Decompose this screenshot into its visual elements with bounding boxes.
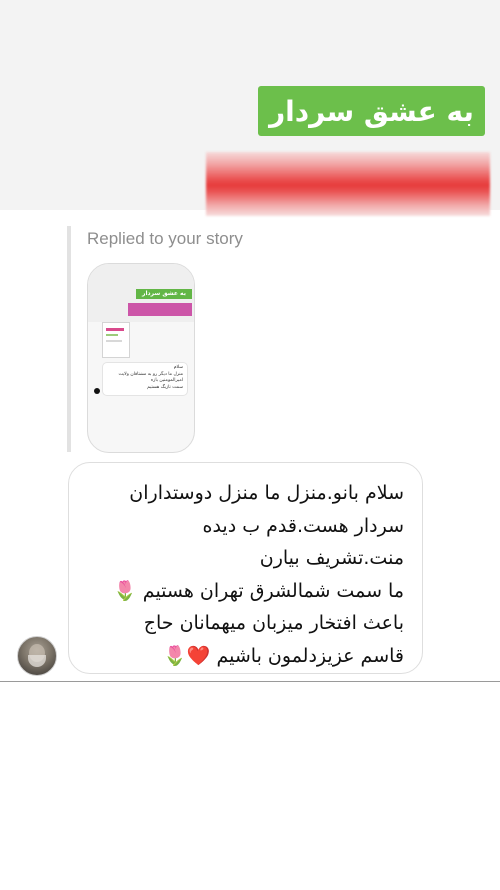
message-line: ما سمت شمالشرق تهران هستیم 🌷 (113, 579, 404, 602)
thumbnail-title: به عشق سردار (136, 289, 192, 299)
thumbnail-message-line: سمت تازبگ هستیم (147, 384, 183, 390)
message-line: سردار هست.قدم ب دیده (202, 514, 405, 537)
replied-to-story-label: Replied to your story (87, 229, 243, 248)
message-bubble[interactable]: سلام بانو.منزل ما منزل دوستداران سردار ه… (68, 462, 423, 674)
story-title-badge: به عشق سردار (258, 86, 485, 136)
story-thumbnail[interactable]: به عشق سردار سلام منزل ما دیگر رو به مشت… (87, 263, 195, 453)
thumbnail-message: سلام منزل ما دیگر رو به مشتاقان ولایت ام… (102, 362, 188, 396)
message-line: قاسم عزیزدلمون باشیم ❤️🌷 (163, 644, 404, 667)
story-preview-area: به عشق سردار (0, 0, 500, 216)
thumbnail-avatar-dot (94, 388, 100, 394)
thumbnail-redacted-bar (128, 303, 192, 316)
redacted-bar (206, 152, 490, 216)
message-line: منت.تشریف بیارن (259, 547, 404, 569)
user-avatar-icon[interactable] (17, 636, 57, 676)
message-line: باعث افتخار میزبان میهمانان حاج (143, 612, 404, 634)
reply-quote-line (67, 226, 71, 452)
thumbnail-mini-image (102, 322, 130, 358)
message-line: سلام بانو.منزل ما منزل دوستداران (129, 482, 404, 504)
divider (0, 681, 500, 682)
